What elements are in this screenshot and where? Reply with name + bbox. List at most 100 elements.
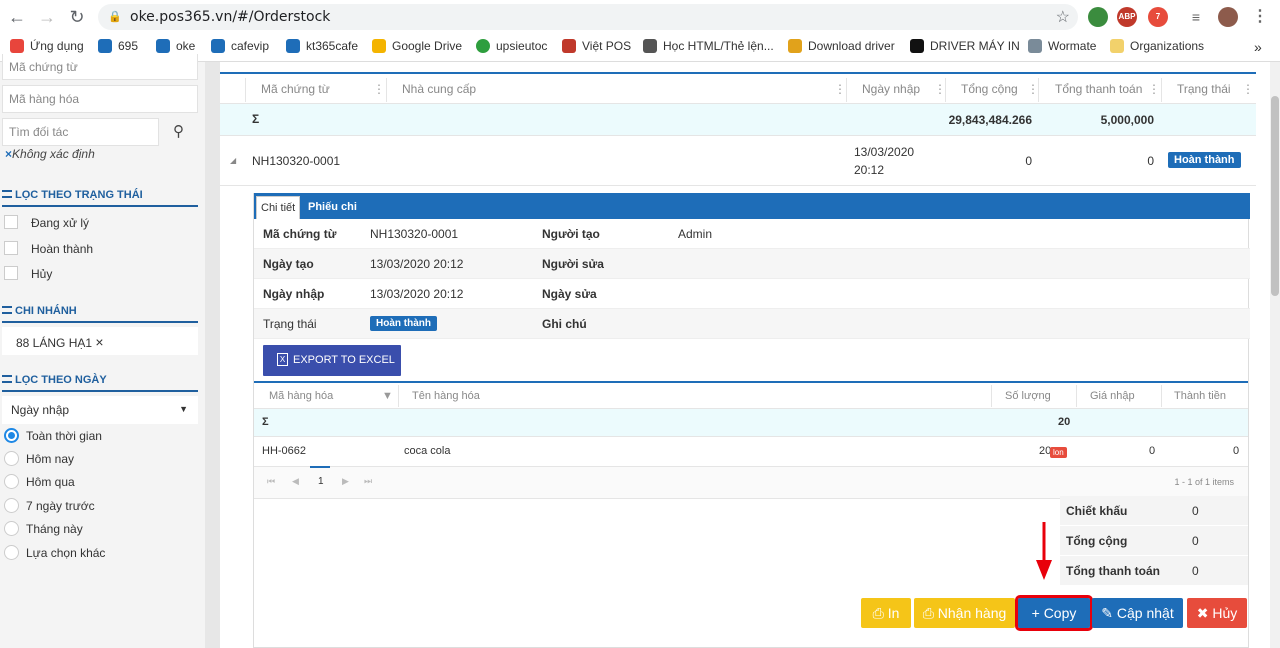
print-button[interactable]: ⎙ In <box>861 598 911 628</box>
date-radio-today[interactable] <box>4 451 19 466</box>
col-supplier[interactable]: Nhà cung cấp <box>402 82 476 96</box>
bookmark-star-icon[interactable]: ☆ <box>1056 7 1070 27</box>
table-row[interactable]: ◢ NH130320-0001 13/03/2020 20:12 0 0 Hoà… <box>220 136 1256 186</box>
list-icon <box>2 375 12 383</box>
col-total[interactable]: Tổng cộng <box>961 82 1018 96</box>
upload-icon <box>476 39 490 53</box>
col-item-code[interactable]: Mã hàng hóa <box>269 390 333 402</box>
column-separator <box>846 78 847 102</box>
bookmark-upsieutoc[interactable]: upsieutoc <box>476 39 547 53</box>
bookmark-driver-may-in[interactable]: DRIVER MÁY IN <box>910 39 1020 53</box>
last-page-icon[interactable]: ⏭ <box>364 476 372 487</box>
filter-icon[interactable]: ▼ <box>382 390 393 402</box>
editor-label: Người sửa <box>542 257 604 271</box>
date-radio-month[interactable] <box>4 521 19 536</box>
prev-page-icon[interactable]: ◀ <box>292 476 299 487</box>
first-page-icon[interactable]: ⏮ <box>267 476 275 487</box>
col-amount[interactable]: Thành tiền <box>1174 390 1226 402</box>
search-icon[interactable]: ⚲ <box>159 118 198 146</box>
date-radio-custom[interactable] <box>4 545 19 560</box>
adblock-icon[interactable]: ABP <box>1117 7 1137 27</box>
col-doc-code[interactable]: Mã chứng từ <box>261 82 330 96</box>
forward-icon[interactable]: → <box>36 6 58 28</box>
reading-list-icon[interactable]: ≡ <box>1186 7 1206 27</box>
column-separator <box>398 385 399 407</box>
bookmark-organizations[interactable]: Organizations <box>1110 39 1204 53</box>
status-checkbox-cancel[interactable] <box>4 266 18 280</box>
edit-date-label: Ngày sửa <box>542 287 597 301</box>
col-status[interactable]: Trạng thái <box>1177 82 1231 96</box>
pos-icon <box>211 39 225 53</box>
table-row[interactable]: HH-0662 coca cola 20 lon 0 0 <box>254 437 1248 467</box>
avatar[interactable] <box>1218 7 1238 27</box>
pager-info: 1 - 1 of 1 items <box>1174 477 1234 487</box>
update-button[interactable]: ✎ Cập nhật <box>1092 598 1183 628</box>
bookmark-oke[interactable]: oke <box>156 39 195 53</box>
date-radio-7days[interactable] <box>4 498 19 513</box>
more-bookmarks-icon[interactable]: » <box>1254 39 1262 55</box>
date-type-select[interactable]: Ngày nhập ▼ <box>2 396 198 424</box>
tab-payment[interactable]: Phiếu chi <box>304 196 361 219</box>
bookmark-html[interactable]: Học HTML/Thẻ lện... <box>643 39 774 53</box>
remove-branch-icon[interactable]: × <box>95 334 103 350</box>
partner-search-input[interactable]: Tìm đối tác <box>2 118 159 146</box>
page-scrollbar[interactable] <box>1270 62 1280 648</box>
vietpos-icon <box>562 39 576 53</box>
v-icon <box>910 39 924 53</box>
cancel-button[interactable]: ✖ Hủy <box>1187 598 1247 628</box>
printer-icon: ⎙ <box>872 605 884 621</box>
status-checkbox-processing[interactable] <box>4 215 18 229</box>
col-qty[interactable]: Số lượng <box>1005 390 1051 402</box>
bookmark-apps[interactable]: Ứng dụng <box>10 39 84 53</box>
column-menu-icon[interactable]: ⋮ <box>1027 82 1039 96</box>
menu-icon[interactable]: ⋮ <box>1250 7 1270 27</box>
reload-icon[interactable]: ↻ <box>66 6 88 28</box>
bookmark-kt365cafe[interactable]: kt365cafe <box>286 39 358 53</box>
bookmark-download-driver[interactable]: Download driver <box>788 39 895 53</box>
totals-row: Chiết khấu 0 <box>1060 496 1248 526</box>
extension-icon[interactable] <box>1088 7 1108 27</box>
address-bar[interactable]: 🔒 oke.pos365.vn/#/Orderstock ☆ <box>98 4 1078 30</box>
filter-sidebar: Mã chứng từ Mã hàng hóa Tìm đối tác ⚲ ×K… <box>0 54 205 648</box>
back-icon[interactable]: ← <box>6 6 28 28</box>
status-label-processing: Đang xử lý <box>31 216 90 230</box>
export-excel-button[interactable]: X EXPORT TO EXCEL <box>263 345 401 376</box>
current-page[interactable]: 1 <box>318 476 324 487</box>
status-checkbox-done[interactable] <box>4 241 18 255</box>
bookmark-695[interactable]: 695 <box>98 39 138 53</box>
remove-tag-icon[interactable]: × <box>5 147 12 161</box>
doc-code-input[interactable]: Mã chứng từ <box>2 54 198 80</box>
payable-value: 0 <box>1192 564 1199 578</box>
col-paid[interactable]: Tổng thanh toán <box>1055 82 1142 96</box>
next-page-icon[interactable]: ▶ <box>342 476 349 487</box>
col-import-date[interactable]: Ngày nhập <box>862 82 920 96</box>
branch-selector[interactable]: 88 LÁNG HẠ1 × <box>2 327 198 355</box>
receive-button[interactable]: ⎙ Nhận hàng <box>914 598 1015 628</box>
col-item-name[interactable]: Tên hàng hóa <box>412 390 480 402</box>
column-menu-icon[interactable]: ⋮ <box>834 82 846 96</box>
bookmark-vietpos[interactable]: Việt POS <box>562 39 631 53</box>
tab-detail[interactable]: Chi tiết <box>256 196 301 219</box>
bookmark-wormate[interactable]: Wormate <box>1028 39 1096 53</box>
extension-badge-icon[interactable]: 7 <box>1148 7 1168 27</box>
col-price[interactable]: Giá nhập <box>1090 390 1135 402</box>
payable-label: Tổng thanh toán <box>1066 564 1160 578</box>
scrollbar-thumb[interactable] <box>1271 96 1279 296</box>
creator-value: Admin <box>678 227 713 241</box>
column-menu-icon[interactable]: ⋮ <box>1148 82 1160 96</box>
date-radio-yesterday[interactable] <box>4 474 19 489</box>
column-menu-icon[interactable]: ⋮ <box>373 82 385 96</box>
discount-label: Chiết khấu <box>1066 504 1128 518</box>
sum-paid: 5,000,000 <box>1100 113 1154 127</box>
t-icon <box>788 39 802 53</box>
date-radio-all[interactable] <box>4 428 19 443</box>
column-menu-icon[interactable]: ⋮ <box>1242 82 1254 96</box>
bookmark-cafevip[interactable]: cafevip <box>211 39 269 53</box>
grid-sum-row: Σ 29,843,484.266 5,000,000 <box>220 104 1256 136</box>
column-menu-icon[interactable]: ⋮ <box>934 82 946 96</box>
import-value: 13/03/2020 20:12 <box>370 287 464 301</box>
item-code-input[interactable]: Mã hàng hóa <box>2 85 198 113</box>
copy-button[interactable]: + Copy <box>1015 595 1093 631</box>
bookmark-google-drive[interactable]: Google Drive <box>372 39 462 53</box>
expand-toggle-icon[interactable]: ◢ <box>230 156 236 165</box>
